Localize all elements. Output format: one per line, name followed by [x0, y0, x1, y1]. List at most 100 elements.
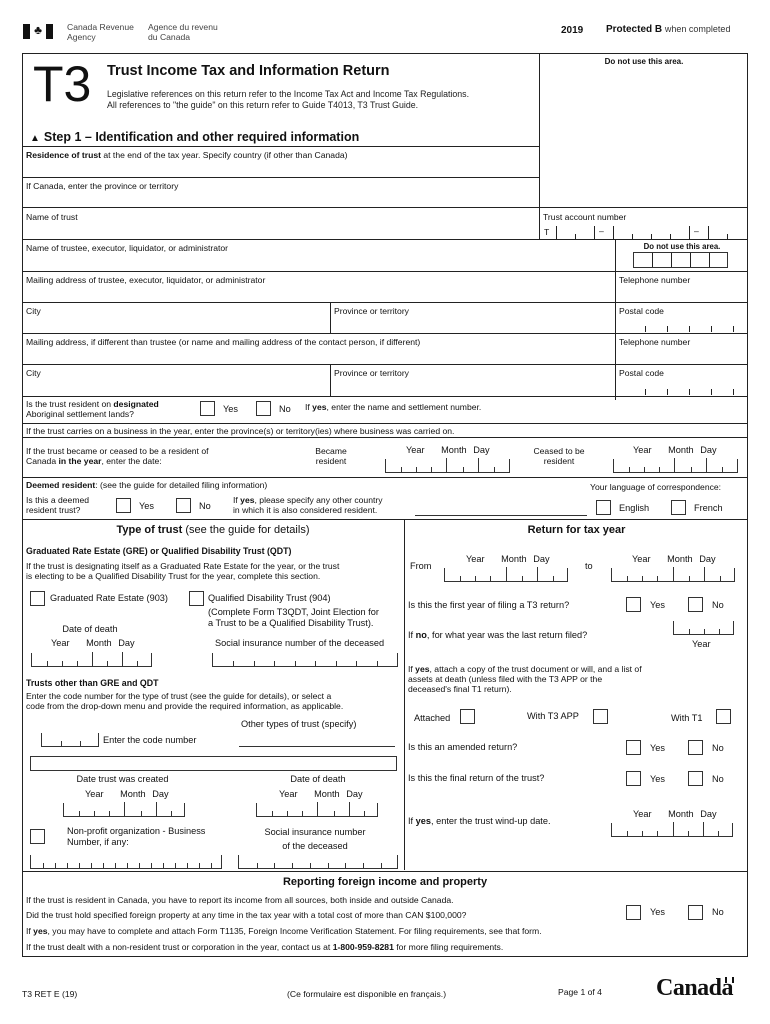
year-label: Year: [633, 445, 652, 455]
other-types-input[interactable]: [239, 734, 395, 745]
enter-code-label: Enter the code number: [103, 735, 197, 745]
province-territory2-input[interactable]: [334, 380, 612, 393]
month-label: Month: [120, 789, 146, 799]
trustee-name-input[interactable]: [26, 255, 611, 268]
french-checkbox[interactable]: [671, 500, 686, 515]
province-territory-input[interactable]: [334, 318, 612, 331]
year-label: Year: [633, 809, 652, 819]
french-label: French: [694, 503, 723, 513]
nonprofit-checkbox[interactable]: [30, 829, 45, 844]
business-province-label: If the trust carries on a business in th…: [26, 426, 455, 436]
deemed-no-checkbox[interactable]: [176, 498, 191, 513]
deemed-yes-checkbox[interactable]: [116, 498, 131, 513]
foreign-yes-label: Yes: [650, 907, 665, 917]
telephone2-label: Telephone number: [619, 337, 691, 347]
year-label: Year: [466, 554, 485, 564]
final-yes-checkbox[interactable]: [626, 771, 641, 786]
english-label: English: [619, 503, 650, 513]
agency-en-line1: Canada Revenue: [67, 22, 134, 32]
settlement-input[interactable]: [305, 412, 745, 423]
final-question: Is this the final return of the trust?: [408, 773, 545, 783]
f4-pre: If the trust dealt with a non-resident t…: [26, 942, 333, 952]
from-date-input[interactable]: [444, 567, 568, 582]
day-label: Day: [118, 638, 135, 648]
from-ymd-header: Year Month Day: [466, 554, 550, 565]
amended-yes-checkbox[interactable]: [626, 740, 641, 755]
aboriginal-no-checkbox[interactable]: [256, 401, 271, 416]
foreign-no-label: No: [712, 907, 724, 917]
deemed-q-line2: resident trust?: [26, 505, 81, 515]
day-label: Day: [346, 789, 363, 799]
gre-903-checkbox[interactable]: [30, 591, 45, 606]
month-label: Month: [668, 445, 694, 455]
year-label: Year: [406, 445, 425, 455]
maple-leaf-icon: ♣: [34, 23, 42, 37]
became-resident-date-input[interactable]: [385, 458, 510, 473]
other-desc-2: code from the drop-down menu and provide…: [26, 701, 344, 711]
became-ymd-header: Year Month Day: [406, 445, 490, 456]
residence-country-input[interactable]: [26, 162, 536, 175]
date-created-input[interactable]: [63, 802, 185, 817]
postal-code2-input[interactable]: [623, 389, 743, 395]
with-t1-checkbox[interactable]: [716, 709, 731, 724]
to-date-input[interactable]: [611, 567, 735, 582]
aboriginal-followup-bold: yes: [312, 402, 327, 412]
business-number-input[interactable]: [30, 855, 222, 869]
became-line2: resident: [315, 456, 347, 466]
gre-date-of-death-input[interactable]: [31, 652, 152, 667]
trustee-mailing-input[interactable]: [26, 287, 611, 300]
do-not-use-area-label: Do not use this area.: [604, 57, 684, 66]
city2-input[interactable]: [26, 380, 326, 393]
form-id: T3 RET E (19): [22, 989, 78, 999]
name-of-trust-input[interactable]: [26, 224, 536, 237]
with-t3app-checkbox[interactable]: [593, 709, 608, 724]
trust-account-number-input[interactable]: – –: [556, 226, 746, 239]
name-of-trust-label: Name of trust: [26, 212, 78, 222]
windup-question: If yes, enter the trust wind-up date.: [408, 816, 551, 827]
other-country-input[interactable]: [415, 503, 587, 515]
last-filed-year-input[interactable]: [673, 621, 734, 635]
first-year-yes-checkbox[interactable]: [626, 597, 641, 612]
other-sin-input[interactable]: [238, 855, 398, 869]
first-year-no-label: No: [712, 600, 724, 610]
aboriginal-yes-checkbox[interactable]: [200, 401, 215, 416]
nonprofit-line2: Number, if any:: [67, 837, 129, 847]
trust-account-prefix: T: [544, 227, 550, 237]
foreign-income-heading: Reporting foreign income and property: [282, 876, 488, 888]
postal-code-input[interactable]: [623, 326, 743, 332]
attach-instructions: If yes, attach a copy of the trust docum…: [408, 664, 642, 694]
telephone-label: Telephone number: [619, 275, 691, 285]
telephone-input[interactable]: [619, 287, 744, 300]
other-trusts-description: Enter the code number for the type of tr…: [26, 691, 343, 711]
foreign-yes-checkbox[interactable]: [626, 905, 641, 920]
trust-code-input[interactable]: [41, 733, 99, 747]
gre-sin-input[interactable]: [212, 653, 398, 667]
ceased-ymd-header: Year Month Day: [633, 445, 717, 456]
ceased-resident-date-input[interactable]: [613, 458, 738, 473]
windup-date-input[interactable]: [611, 822, 733, 837]
wu-bold: yes: [415, 816, 432, 826]
ceased-line1: Ceased to be: [533, 446, 585, 456]
lf-bold: no: [415, 630, 427, 640]
city-input[interactable]: [26, 318, 326, 331]
year-label: Year: [51, 638, 70, 648]
year-label: Year: [279, 789, 298, 799]
step1-title: Step 1 – Identification and other requir…: [43, 130, 360, 144]
english-checkbox[interactable]: [596, 500, 611, 515]
first-year-no-checkbox[interactable]: [688, 597, 703, 612]
postal-code2-label: Postal code: [619, 368, 664, 378]
residence-label: Residence of trust at the end of the tax…: [26, 150, 348, 160]
qdt-note-1: (Complete Form T3QDT, Joint Election for: [208, 607, 379, 617]
trust-type-dropdown[interactable]: [30, 756, 397, 771]
tot-bold: Type of trust: [116, 524, 183, 536]
alt-mailing-input[interactable]: [26, 349, 611, 362]
attached-checkbox[interactable]: [460, 709, 475, 724]
qdt-904-checkbox[interactable]: [189, 591, 204, 606]
province-input[interactable]: [26, 193, 536, 206]
telephone2-input[interactable]: [619, 349, 744, 362]
sin-line2: of the deceased: [282, 841, 348, 851]
other-date-of-death-input[interactable]: [256, 802, 378, 817]
foreign-no-checkbox[interactable]: [688, 905, 703, 920]
amended-no-checkbox[interactable]: [688, 740, 703, 755]
final-no-checkbox[interactable]: [688, 771, 703, 786]
